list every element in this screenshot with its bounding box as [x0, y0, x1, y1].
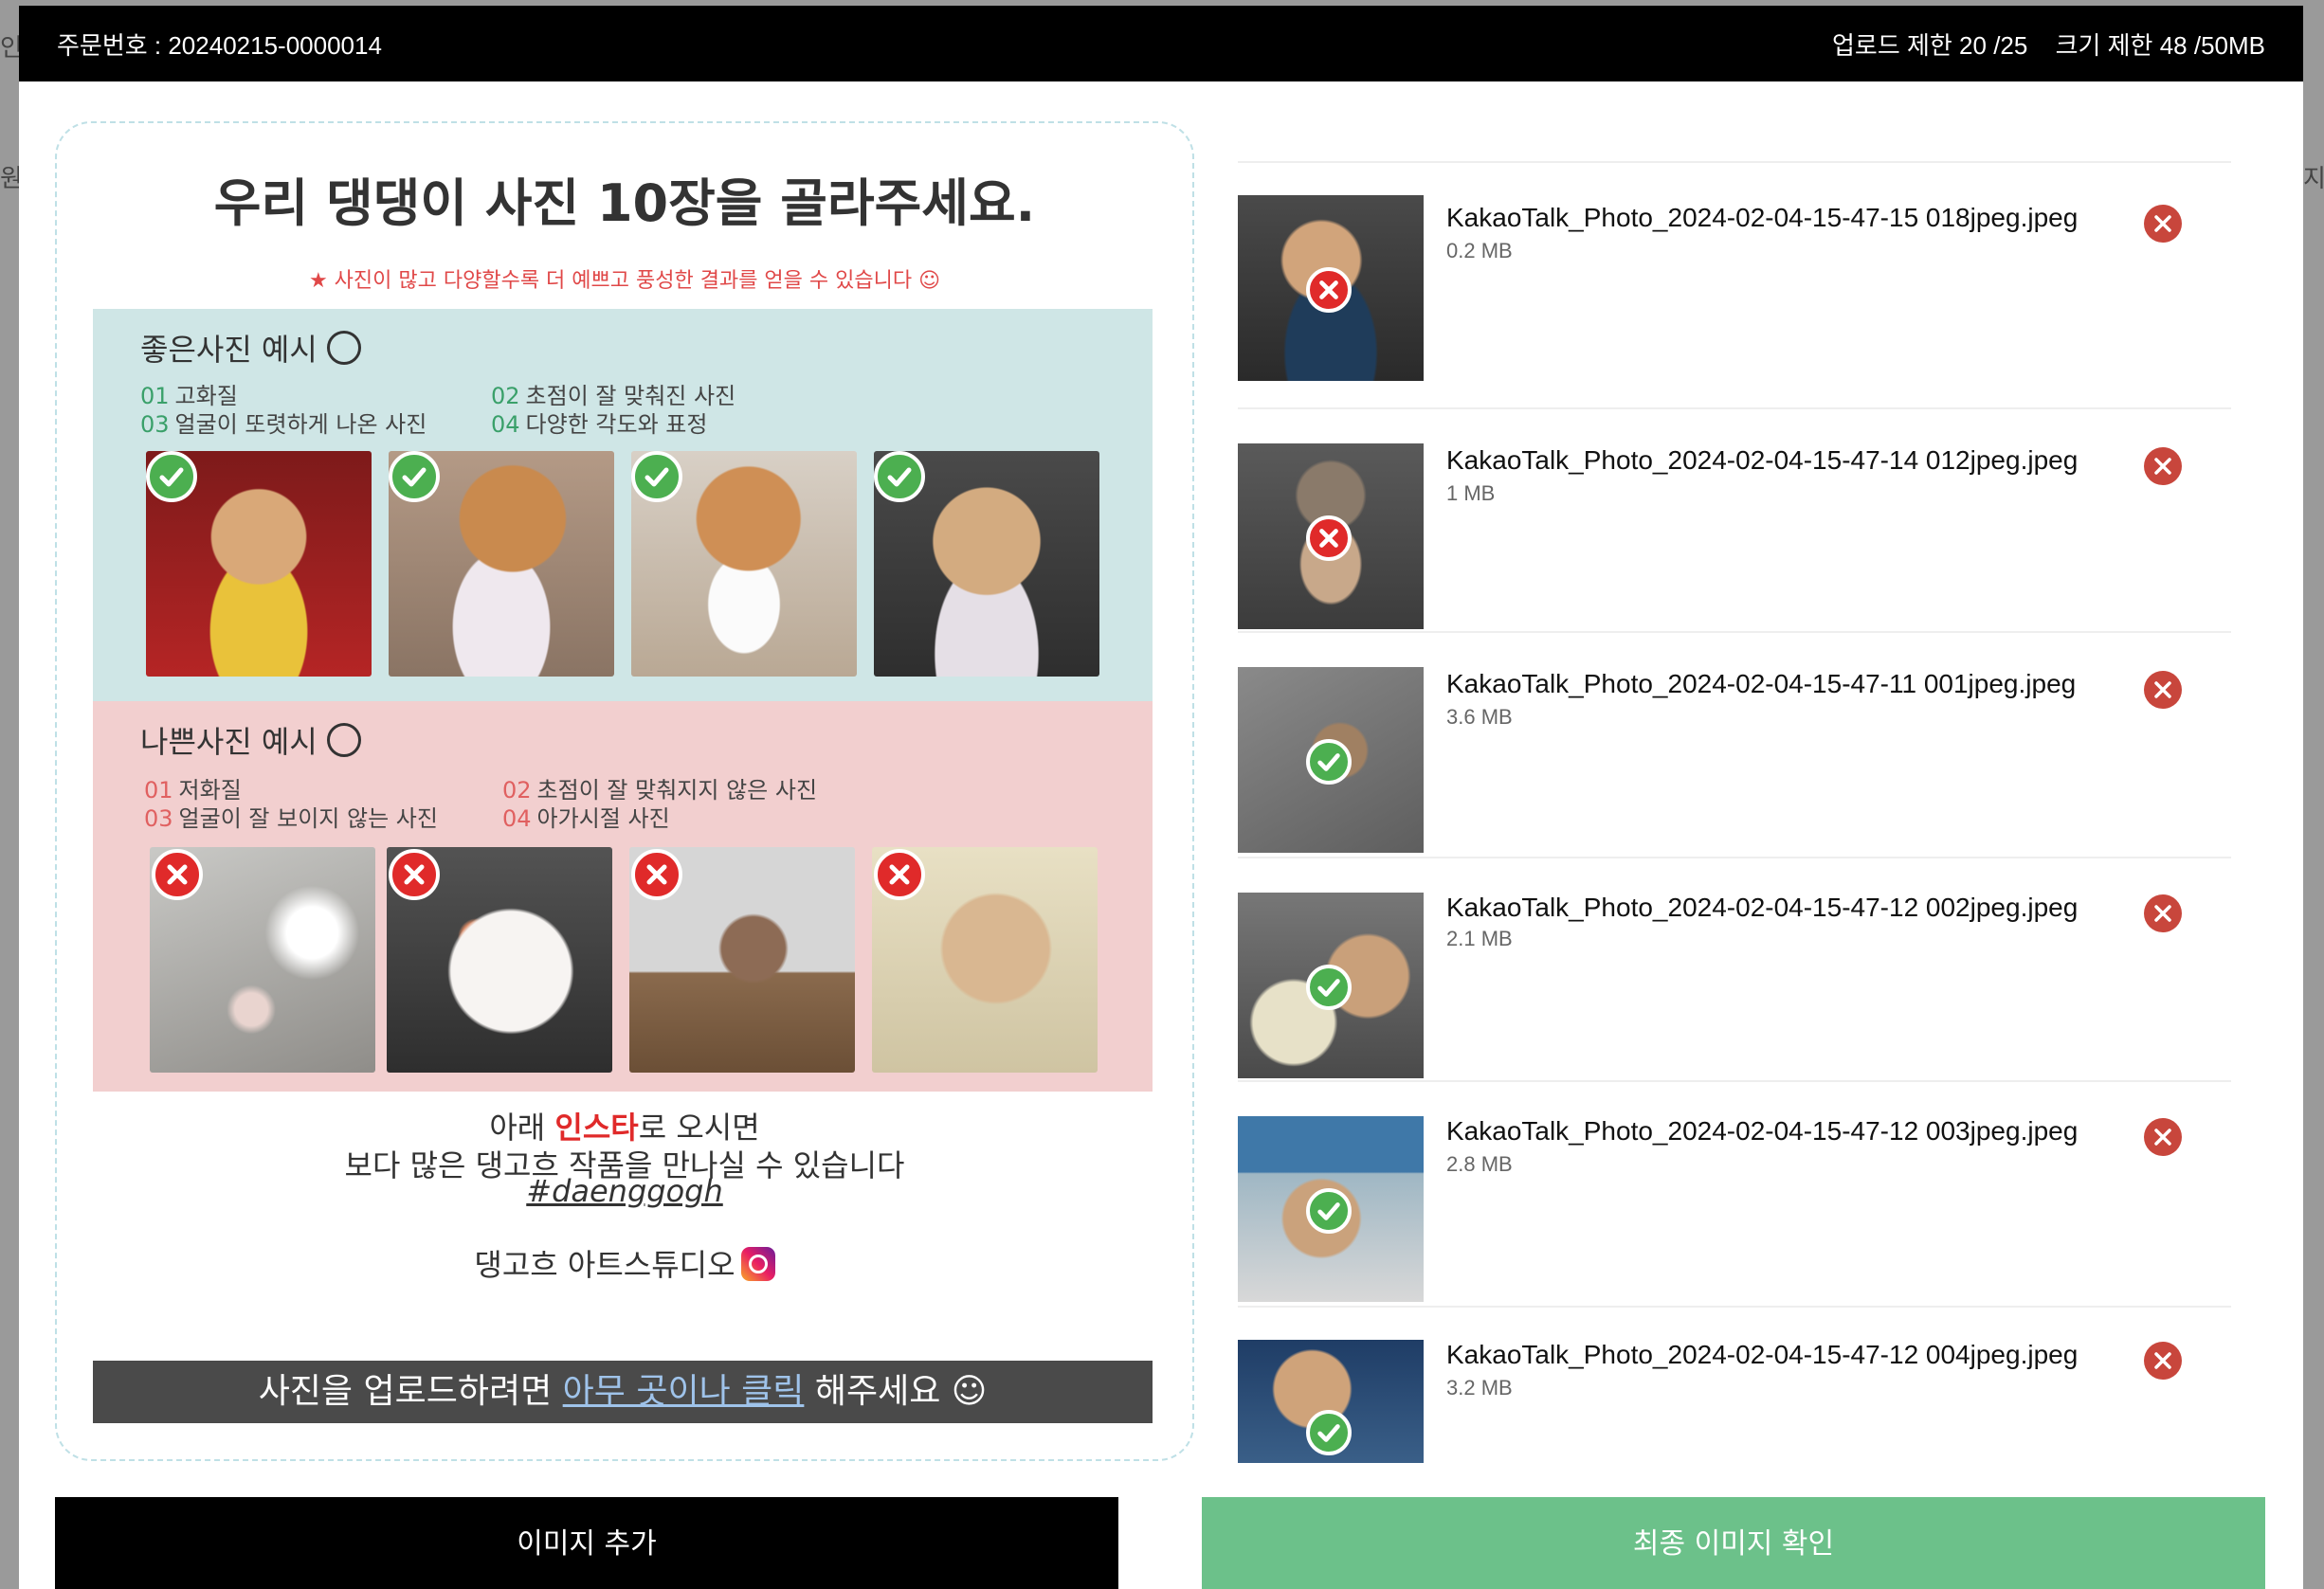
file-thumbnail	[1238, 1116, 1424, 1302]
bad-criterion: 04 아가시절 사진	[502, 800, 670, 833]
check-icon	[1306, 1188, 1352, 1234]
file-name: KakaoTalk_Photo_2024-02-04-15-47-11 001j…	[1446, 669, 2077, 698]
x-icon	[874, 849, 925, 900]
good-example-photo	[631, 451, 857, 677]
studio-name: 댕고흐 아트스튜디오	[57, 1241, 1192, 1285]
file-size: 2.8 MB	[1446, 1152, 1513, 1176]
criterion-text: 얼굴이 또렷하게 나온 사진	[174, 411, 427, 438]
bad-examples-title: 나쁜사진 예시	[140, 718, 361, 762]
good-criterion: 04 다양한 각도와 표정	[491, 406, 707, 439]
good-example-photo	[146, 451, 372, 677]
remove-file-button[interactable]	[2144, 1342, 2182, 1380]
file-item: KakaoTalk_Photo_2024-02-04-15-47-14 012j…	[1238, 409, 2231, 633]
x-icon	[152, 849, 203, 900]
list-divider	[1238, 161, 2231, 163]
promo-highlight: 인스타	[554, 1110, 639, 1146]
smile-icon	[326, 331, 361, 365]
studio-name-text: 댕고흐 아트스튜디오	[474, 1247, 735, 1283]
file-thumbnail	[1238, 1340, 1424, 1463]
bad-example-photo	[629, 847, 855, 1073]
upload-drop-zone[interactable]: 우리 댕댕이 사진 10장을 골라주세요. ★ 사진이 많고 다양할수록 더 예…	[55, 121, 1194, 1461]
file-thumbnail	[1238, 893, 1424, 1078]
limits-info: 업로드 제한 20 /25 크기 제한 48 /50MB	[1811, 6, 2265, 85]
criterion-text: 아가시절 사진	[536, 805, 670, 832]
criterion-number: 03	[144, 805, 173, 832]
remove-file-button[interactable]	[2144, 671, 2182, 709]
good-examples-title: 좋은사진 예시	[140, 326, 361, 370]
remove-file-button[interactable]	[2144, 205, 2182, 243]
file-name: KakaoTalk_Photo_2024-02-04-15-47-12 002j…	[1446, 893, 2079, 922]
criterion-text: 다양한 각도와 표정	[525, 411, 708, 438]
modal-header: 주문번호 : 20240215-0000014 업로드 제한 20 /25 크기…	[19, 6, 2303, 81]
bad-examples-title-text: 나쁜사진 예시	[140, 724, 318, 760]
guide-title: 우리 댕댕이 사진 10장을 골라주세요.	[213, 173, 1036, 233]
upload-instruction-text: 사진을 업로드하려면	[258, 1372, 563, 1411]
remove-file-button[interactable]	[2144, 894, 2182, 932]
check-icon	[874, 451, 925, 502]
criterion-text: 얼굴이 잘 보이지 않는 사진	[178, 805, 438, 832]
promo-text: 아래	[489, 1110, 555, 1146]
confirm-final-images-button[interactable]: 최종 이미지 확인	[1202, 1497, 2265, 1589]
check-icon	[1306, 965, 1352, 1010]
file-size: 1 MB	[1446, 481, 1496, 505]
criterion-number: 04	[491, 411, 520, 438]
bad-examples-panel: 나쁜사진 예시 01 저화질 02 초점이 잘 맞춰지지 않은 사진 03 얼굴이 잘…	[93, 701, 1153, 1092]
size-limit: 크기 제한 48 /50MB	[2055, 31, 2265, 60]
uploaded-file-list[interactable]: KakaoTalk_Photo_2024-02-04-15-47-15 018j…	[1238, 100, 2231, 1465]
upload-click-link[interactable]: 아무 곳이나 클릭	[563, 1372, 805, 1411]
frown-icon	[326, 723, 361, 757]
add-image-button[interactable]: 이미지 추가	[55, 1497, 1118, 1589]
upload-instruction-text: 해주세요 ☺	[804, 1372, 988, 1411]
criterion-number: 03	[140, 411, 170, 438]
file-item: KakaoTalk_Photo_2024-02-04-15-47-15 018j…	[1238, 167, 2231, 409]
good-example-photo	[874, 451, 1099, 677]
file-size: 2.1 MB	[1446, 927, 1513, 950]
bad-criterion: 03 얼굴이 잘 보이지 않는 사진	[144, 800, 438, 833]
check-icon	[389, 451, 440, 502]
file-thumbnail	[1238, 667, 1424, 853]
file-item: KakaoTalk_Photo_2024-02-04-15-47-12 002j…	[1238, 858, 2231, 1082]
check-icon	[146, 451, 197, 502]
x-icon	[1306, 515, 1352, 561]
bad-example-photo	[150, 847, 375, 1073]
file-thumbnail	[1238, 443, 1424, 629]
x-icon	[1306, 267, 1352, 313]
hashtag-link[interactable]: #daenggogh	[57, 1173, 1192, 1209]
file-item: KakaoTalk_Photo_2024-02-04-15-47-11 001j…	[1238, 633, 2231, 858]
file-size: 3.6 MB	[1446, 705, 1513, 729]
check-icon	[1306, 739, 1352, 785]
upload-modal: 주문번호 : 20240215-0000014 업로드 제한 20 /25 크기…	[19, 6, 2303, 1589]
upload-instruction-bar[interactable]: 사진을 업로드하려면 아무 곳이나 클릭 해주세요 ☺	[93, 1361, 1153, 1423]
remove-file-button[interactable]	[2144, 1118, 2182, 1156]
guide-subtitle: ★ 사진이 많고 다양할수록 더 예쁘고 풍성한 결과를 얻을 수 있습니다 ☺	[308, 269, 941, 293]
bad-example-photo	[872, 847, 1098, 1073]
bad-example-photo	[387, 847, 612, 1073]
order-number: 주문번호 : 20240215-0000014	[57, 31, 382, 60]
check-icon	[1306, 1410, 1352, 1455]
upload-limit: 업로드 제한 20 /25	[1832, 31, 2028, 60]
instagram-promo-line1: 아래 인스타로 오시면	[57, 1109, 1192, 1147]
good-criterion: 03 얼굴이 또렷하게 나온 사진	[140, 406, 427, 439]
check-icon	[631, 451, 682, 502]
file-size: 3.2 MB	[1446, 1376, 1513, 1399]
file-item: KakaoTalk_Photo_2024-02-04-15-47-12 004j…	[1238, 1308, 2231, 1465]
good-example-photo	[389, 451, 614, 677]
file-name: KakaoTalk_Photo_2024-02-04-15-47-12 004j…	[1446, 1340, 2079, 1369]
x-icon	[631, 849, 682, 900]
good-examples-title-text: 좋은사진 예시	[140, 332, 318, 368]
file-name: KakaoTalk_Photo_2024-02-04-15-47-15 018j…	[1446, 203, 2079, 232]
instagram-icon[interactable]	[740, 1247, 775, 1281]
promo-text: 로 오시면	[638, 1110, 760, 1146]
background-text-fragment: 지	[2303, 165, 2324, 193]
criterion-number: 04	[502, 805, 532, 832]
file-item: KakaoTalk_Photo_2024-02-04-15-47-12 003j…	[1238, 1082, 2231, 1308]
file-thumbnail	[1238, 195, 1424, 381]
x-icon	[389, 849, 440, 900]
file-size: 0.2 MB	[1446, 239, 1513, 262]
good-examples-panel: 좋은사진 예시 01 고화질 02 초점이 잘 맞춰진 사진 03 얼굴이 또렷하게 …	[93, 309, 1153, 701]
file-name: KakaoTalk_Photo_2024-02-04-15-47-12 003j…	[1446, 1116, 2079, 1146]
file-name: KakaoTalk_Photo_2024-02-04-15-47-14 012j…	[1446, 445, 2079, 475]
remove-file-button[interactable]	[2144, 447, 2182, 485]
